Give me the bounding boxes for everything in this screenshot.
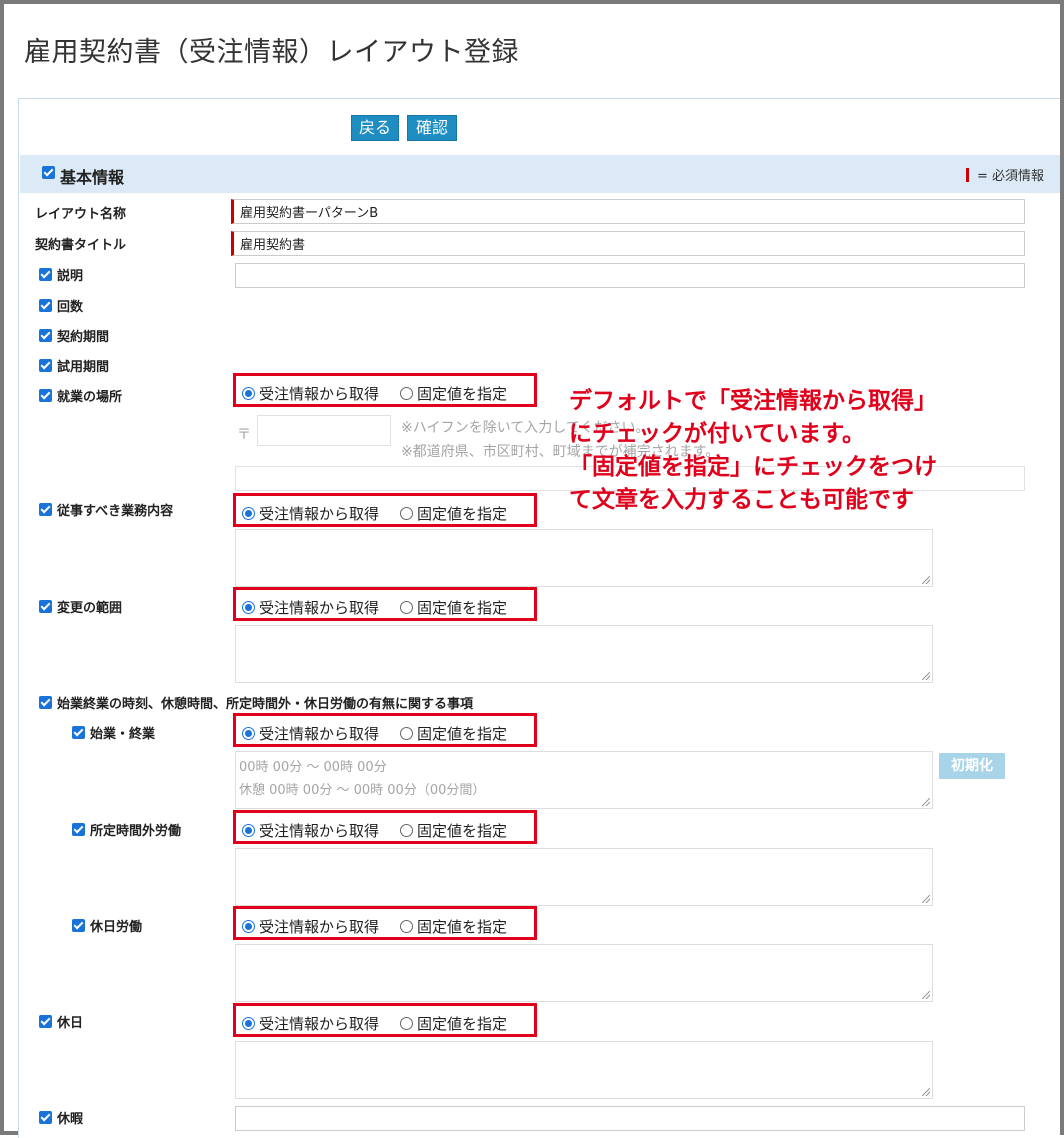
radio-selected-icon [242,387,255,400]
contract-title-label: 契約書タイトル [35,238,127,253]
change-scope-radio-fixed[interactable]: 固定値を指定 [400,597,507,618]
start-end-placeholder-line1: 00時 00分 ～ 00時 00分 [239,760,387,775]
change-scope-label: 変更の範囲 [39,597,122,616]
radio-selected-icon [242,1017,255,1030]
working-hours-group-checkbox[interactable] [39,696,52,709]
holidays-label: 休日 [39,1012,83,1031]
change-scope-checkbox[interactable] [39,600,52,613]
overtime-label: 所定時間外労働 [72,820,181,839]
radio-selected-icon [242,507,255,520]
holidays-radio-group: 受注情報から取得 固定値を指定 [233,1003,537,1037]
window-frame: 雇用契約書（受注情報）レイアウト登録 戻る 確認 基本情報 = 必須情報 レイア… [0,0,1064,1138]
radio-selected-icon [242,601,255,614]
start-end-radio-group: 受注情報から取得 固定値を指定 [233,713,537,747]
start-end-label: 始業・終業 [72,723,155,742]
working-hours-group-label: 始業終業の時刻、休憩時間、所定時間外・休日労働の有無に関する事項 [39,693,473,712]
section-title: 基本情報 [60,168,125,187]
change-scope-textarea[interactable] [235,625,933,683]
layout-name-input[interactable] [231,199,1025,224]
start-end-placeholder-line2: 休憩 00時 00分 ～ 00時 00分（00分間） [239,783,486,798]
contract-period-label: 契約期間 [39,326,109,345]
callout-line2: にチェックが付いています。 [569,421,866,447]
contract-period-checkbox[interactable] [39,329,52,342]
leave-input[interactable] [235,1106,1025,1131]
overtime-textarea[interactable] [235,848,933,906]
title-bar: 雇用契約書（受注情報）レイアウト登録 [4,4,1060,94]
change-scope-radio-group: 受注情報から取得 固定値を指定 [233,587,537,621]
change-scope-radio-from-order[interactable]: 受注情報から取得 [242,597,379,618]
job-content-textarea[interactable] [235,529,933,587]
form-panel: 戻る 確認 基本情報 = 必須情報 レイアウト名称 契約書タイトル 説明 回数 … [18,98,1060,1138]
job-content-label: 従事すべき業務内容 [39,500,173,519]
layout-name-label: レイアウト名称 [35,207,127,222]
postal-code-input[interactable] [257,415,391,446]
holidays-radio-from-order[interactable]: 受注情報から取得 [242,1013,379,1034]
radio-selected-icon [242,727,255,740]
callout-line4: て文章を入力することも可能です [569,487,914,513]
workplace-label: 就業の場所 [39,386,122,405]
job-content-radio-from-order[interactable]: 受注情報から取得 [242,503,379,524]
holidays-textarea[interactable] [235,1041,933,1099]
confirm-button[interactable]: 確認 [407,115,457,141]
annotation-callout: デフォルトで「受注情報から取得」 にチェックが付いています。 「固定値を指定」に… [569,385,1049,517]
holiday-work-label: 休日労働 [72,916,142,935]
radio-unselected-icon [400,387,413,400]
callout-line1: デフォルトで「受注情報から取得」 [569,388,937,414]
holiday-work-radio-group: 受注情報から取得 固定値を指定 [233,906,537,940]
back-button[interactable]: 戻る [351,115,399,141]
holidays-checkbox[interactable] [39,1015,52,1028]
radio-unselected-icon [400,824,413,837]
radio-unselected-icon [400,507,413,520]
count-label: 回数 [39,296,83,315]
overtime-radio-group: 受注情報から取得 固定値を指定 [233,810,537,844]
workplace-radio-from-order[interactable]: 受注情報から取得 [242,383,379,404]
start-end-radio-fixed[interactable]: 固定値を指定 [400,723,507,744]
workplace-radio-fixed[interactable]: 固定値を指定 [400,383,507,404]
leave-label: 休暇 [39,1108,83,1127]
count-checkbox[interactable] [39,299,52,312]
description-checkbox[interactable] [39,268,52,281]
start-end-checkbox[interactable] [72,726,85,739]
workplace-checkbox[interactable] [39,389,52,402]
radio-unselected-icon [400,920,413,933]
postal-mark: 〒 [237,427,251,443]
contract-title-input[interactable] [231,231,1025,256]
job-content-checkbox[interactable] [39,503,52,516]
radio-unselected-icon [400,1017,413,1030]
reset-button[interactable]: 初期化 [939,753,1005,779]
section-header: 基本情報 = 必須情報 [20,155,1060,193]
holiday-work-radio-fixed[interactable]: 固定値を指定 [400,916,507,937]
holiday-work-textarea[interactable] [235,944,933,1002]
radio-selected-icon [242,824,255,837]
required-marker-icon [965,168,969,182]
overtime-radio-fixed[interactable]: 固定値を指定 [400,820,507,841]
callout-line3: 「固定値を指定」にチェックをつけ [569,454,937,480]
trial-period-checkbox[interactable] [39,359,52,372]
radio-unselected-icon [400,727,413,740]
holiday-work-radio-from-order[interactable]: 受注情報から取得 [242,916,379,937]
start-end-radio-from-order[interactable]: 受注情報から取得 [242,723,379,744]
overtime-checkbox[interactable] [72,823,85,836]
required-legend: = 必須情報 [965,165,1044,184]
trial-period-label: 試用期間 [39,356,109,375]
section-checkbox[interactable] [42,166,55,179]
holiday-work-checkbox[interactable] [72,919,85,932]
job-content-radio-group: 受注情報から取得 固定値を指定 [233,493,537,527]
description-label: 説明 [39,265,83,284]
holidays-radio-fixed[interactable]: 固定値を指定 [400,1013,507,1034]
workplace-radio-group: 受注情報から取得 固定値を指定 [233,373,537,407]
leave-checkbox[interactable] [39,1111,52,1124]
radio-unselected-icon [400,601,413,614]
page-title: 雇用契約書（受注情報）レイアウト登録 [24,37,519,68]
description-input[interactable] [235,263,1025,288]
radio-selected-icon [242,920,255,933]
job-content-radio-fixed[interactable]: 固定値を指定 [400,503,507,524]
overtime-radio-from-order[interactable]: 受注情報から取得 [242,820,379,841]
